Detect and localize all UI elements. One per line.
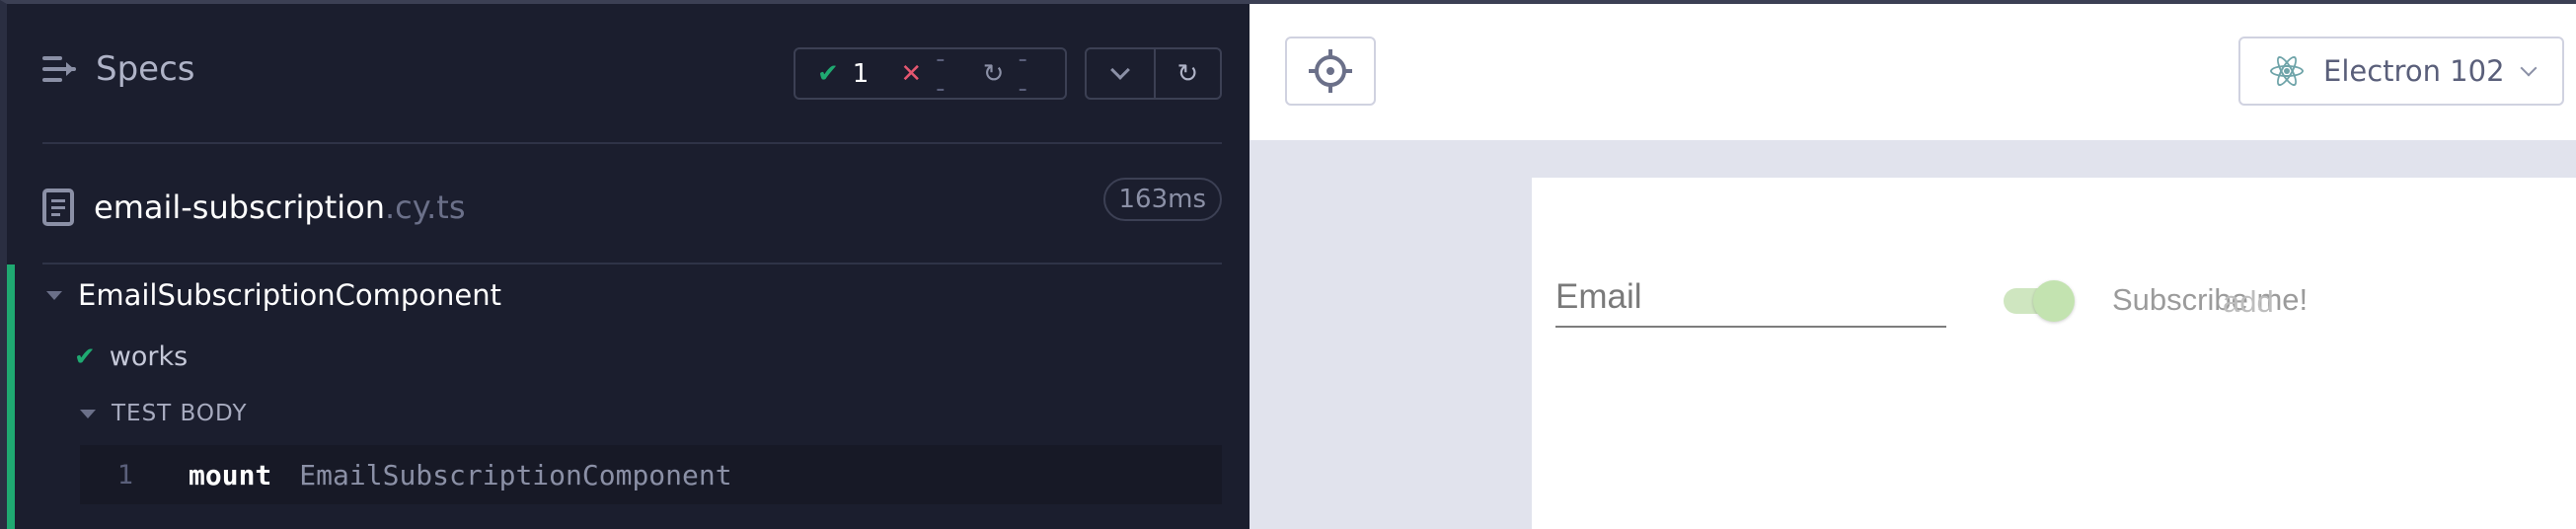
email-field[interactable] (1555, 268, 1946, 328)
reporter-controls: ↻ (1085, 47, 1222, 100)
failed-stat: ✕ -- (900, 44, 950, 104)
spec-file-name: email-subscription (94, 189, 385, 226)
selector-playground-button[interactable] (1285, 37, 1376, 106)
divider (42, 263, 1222, 264)
add-button[interactable]: add (2223, 284, 2274, 320)
caret-down-icon (80, 409, 96, 418)
browser-label: Electron 102 (2323, 54, 2505, 88)
crosshair-icon (1309, 49, 1352, 93)
pending-count: -- (1018, 43, 1027, 104)
pending-stat: ↻ -- (983, 44, 1033, 104)
electron-icon (2270, 53, 2304, 89)
aut-panel: Electron 102 Subscribe me! add (1250, 0, 2576, 529)
browser-selector[interactable]: Electron 102 (2238, 37, 2564, 106)
passed-stat: ✔ 1 (817, 59, 869, 89)
check-icon: ✔ (74, 341, 96, 372)
reporter-panel: Specs ✔ 1 ✕ -- ↻ -- ↻ email-subscription… (0, 0, 1250, 529)
command-number: 1 (116, 459, 133, 491)
specs-toggle[interactable]: Specs (42, 49, 195, 89)
specs-title: Specs (96, 49, 195, 89)
failed-count: -- (936, 43, 946, 104)
command-name: mount (189, 458, 272, 491)
duration-badge: 163ms (1102, 178, 1222, 221)
divider (42, 142, 1222, 144)
test-body-toggle[interactable]: TEST BODY (80, 401, 248, 426)
collapse-all-button[interactable] (1087, 49, 1154, 98)
caret-down-icon (46, 290, 62, 300)
spec-file-ext: .cy.ts (384, 189, 466, 226)
pending-icon: ↻ (982, 58, 1005, 89)
test-body-label: TEST BODY (112, 401, 248, 426)
reporter-header: Specs ✔ 1 ✕ -- ↻ -- ↻ (7, 4, 1250, 142)
suite-title[interactable]: EmailSubscriptionComponent (46, 278, 501, 312)
passed-count: 1 (852, 58, 870, 89)
document-icon (42, 189, 74, 226)
chevron-down-icon (2520, 59, 2538, 77)
toggle-knob (2033, 280, 2075, 322)
test-name: works (109, 341, 189, 372)
spec-file-header[interactable]: email-subscription .cy.ts 163ms (42, 178, 1222, 237)
command-row[interactable]: 1 mount EmailSubscriptionComponent (80, 445, 1222, 504)
subscribe-toggle[interactable] (2004, 280, 2075, 322)
suite-status-bar (7, 264, 15, 529)
suite-name: EmailSubscriptionComponent (78, 278, 502, 312)
specs-list-icon (42, 52, 80, 86)
test-title[interactable]: ✔ works (74, 341, 188, 372)
command-arg: EmailSubscriptionComponent (299, 458, 732, 491)
chevron-down-icon (1109, 59, 1130, 80)
aut-header: Electron 102 (1250, 4, 2576, 142)
test-stats: ✔ 1 ✕ -- ↻ -- (794, 44, 1067, 104)
subscribe-label[interactable]: Subscribe me! (2112, 282, 2308, 318)
rerun-button[interactable]: ↻ (1153, 49, 1221, 98)
email-input[interactable] (1555, 268, 1946, 326)
check-icon: ✔ (817, 58, 839, 89)
app-viewport: Subscribe me! add (1532, 178, 2576, 529)
x-icon: ✕ (900, 58, 923, 89)
refresh-icon: ↻ (1176, 58, 1199, 89)
